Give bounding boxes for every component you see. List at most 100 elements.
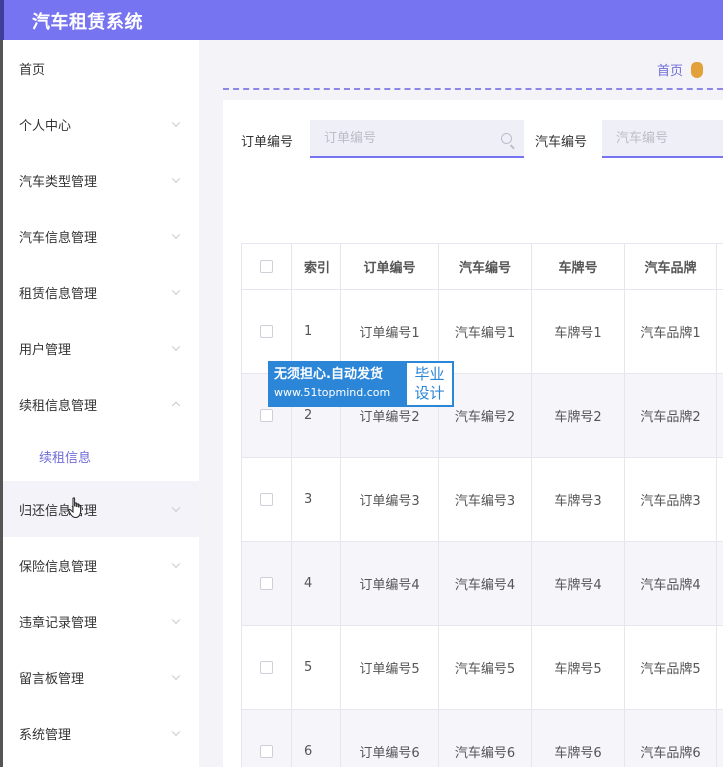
cell-overflow (717, 458, 723, 542)
cell-plate-number: 车牌号5 (532, 626, 625, 710)
data-table: 索引 订单编号 汽车编号 车牌号 汽车品牌 1 订单编号1 汽车编号1 车牌号1… (241, 243, 723, 767)
header-index: 索引 (292, 244, 341, 290)
table-row[interactable]: 5 订单编号5 汽车编号5 车牌号5 汽车品牌5 (242, 626, 723, 710)
header-order-number: 订单编号 (341, 244, 439, 290)
cell-index: 4 (292, 542, 341, 626)
watermark-url: www.51topmind.com (274, 386, 391, 399)
sidebar-item-label: 首页 (19, 62, 46, 78)
cell-car-brand: 汽车品牌3 (625, 458, 717, 542)
cell-plate-number: 车牌号4 (532, 542, 625, 626)
order-number-label: 订单编号 (241, 135, 294, 150)
sidebar: 首页 个人中心 汽车类型管理 汽车信息管理 租赁信息管理 用户管理 续租信息管理… (0, 40, 199, 767)
content-panel: 订单编号 汽车编号 索引 订单编号 汽车编号 车牌号 汽车品牌 1 订单编号1 … (223, 100, 723, 767)
sidebar-item-label: 汽车信息管理 (19, 230, 98, 246)
cell-overflow (717, 710, 723, 767)
sidebar-item-rental-info[interactable]: 租赁信息管理 (3, 264, 199, 320)
hand-icon (691, 61, 703, 78)
chevron-down-icon (171, 559, 181, 569)
cell-overflow (717, 290, 723, 374)
search-icon (501, 133, 512, 144)
dashed-divider (223, 88, 723, 90)
sidebar-item-label: 归还信息管理 (19, 503, 98, 519)
sidebar-item-car-info[interactable]: 汽车信息管理 (3, 208, 199, 264)
row-select-cell[interactable] (242, 542, 292, 626)
header-car-number: 汽车编号 (439, 244, 532, 290)
row-checkbox[interactable] (260, 577, 273, 590)
cell-index: 6 (292, 710, 341, 767)
table-header-row: 索引 订单编号 汽车编号 车牌号 汽车品牌 (242, 244, 723, 290)
app-title: 汽车租赁系统 (32, 12, 143, 33)
sidebar-item-personal-center[interactable]: 个人中心 (3, 96, 199, 152)
sidebar-item-label: 个人中心 (19, 118, 72, 134)
cell-car-brand: 汽车品牌4 (625, 542, 717, 626)
watermark-side-bottom: 设计 (414, 384, 445, 402)
cell-car-number: 汽车编号3 (439, 458, 532, 542)
chevron-down-icon (171, 174, 181, 184)
chevron-down-icon (171, 671, 181, 681)
cell-car-brand: 汽车品牌6 (625, 710, 717, 767)
cell-car-number: 汽车编号5 (439, 626, 532, 710)
row-checkbox[interactable] (260, 325, 273, 338)
cell-car-number: 汽车编号4 (439, 542, 532, 626)
cell-order-number: 订单编号6 (341, 710, 439, 767)
sidebar-item-renewal-info[interactable]: 续租信息管理 (3, 376, 199, 432)
table-row[interactable]: 4 订单编号4 汽车编号4 车牌号4 汽车品牌4 (242, 542, 723, 626)
sidebar-item-label: 租赁信息管理 (19, 286, 98, 302)
table-row[interactable]: 3 订单编号3 汽车编号3 车牌号3 汽车品牌3 (242, 458, 723, 542)
order-number-search-input[interactable] (310, 120, 524, 158)
chevron-up-icon (171, 401, 181, 411)
sidebar-item-label: 保险信息管理 (19, 559, 98, 575)
mouse-cursor-hand-icon (68, 497, 82, 519)
sidebar-item-label: 系统管理 (19, 727, 72, 743)
cell-index: 5 (292, 626, 341, 710)
header-plate-number: 车牌号 (532, 244, 625, 290)
row-checkbox[interactable] (260, 493, 273, 506)
cell-car-brand: 汽车品牌5 (625, 626, 717, 710)
chevron-down-icon (171, 118, 181, 128)
sidebar-item-user[interactable]: 用户管理 (3, 320, 199, 376)
sidebar-item-system[interactable]: 系统管理 (3, 705, 199, 761)
cell-order-number: 订单编号5 (341, 626, 439, 710)
chevron-down-icon (171, 342, 181, 352)
cell-overflow (717, 542, 723, 626)
cell-index: 3 (292, 458, 341, 542)
row-select-cell[interactable] (242, 626, 292, 710)
cell-car-number: 汽车编号6 (439, 710, 532, 767)
sidebar-item-home[interactable]: 首页 (3, 40, 199, 96)
window-edge (0, 0, 4, 40)
sidebar-item-message-board[interactable]: 留言板管理 (3, 649, 199, 705)
cell-order-number: 订单编号3 (341, 458, 439, 542)
cell-plate-number: 车牌号1 (532, 290, 625, 374)
sidebar-subitem-label: 续租信息 (39, 450, 92, 466)
row-checkbox[interactable] (260, 409, 273, 422)
sidebar-item-insurance-info[interactable]: 保险信息管理 (3, 537, 199, 593)
breadcrumb: 首页 (657, 60, 703, 79)
watermark-main: 无须担心.自动发货 www.51topmind.com (268, 361, 405, 407)
select-all-checkbox[interactable] (260, 260, 273, 273)
row-select-cell[interactable] (242, 710, 292, 767)
cell-plate-number: 车牌号2 (532, 374, 625, 458)
watermark-slogan: 无须担心.自动发货 (274, 367, 383, 382)
sidebar-item-label: 用户管理 (19, 342, 72, 358)
row-checkbox[interactable] (260, 661, 273, 674)
sidebar-item-violation-record[interactable]: 违章记录管理 (3, 593, 199, 649)
car-number-label: 汽车编号 (535, 135, 588, 150)
chevron-down-icon (171, 615, 181, 625)
header-select-cell[interactable] (242, 244, 292, 290)
table-row[interactable]: 6 订单编号6 汽车编号6 车牌号6 汽车品牌6 (242, 710, 723, 767)
breadcrumb-home[interactable]: 首页 (657, 60, 683, 79)
sidebar-item-return-info[interactable]: 归还信息管理 (3, 481, 199, 537)
cell-overflow (717, 374, 723, 458)
watermark-badge: 无须担心.自动发货 www.51topmind.com 毕业 设计 (268, 361, 454, 407)
header-car-brand: 汽车品牌 (625, 244, 717, 290)
sidebar-item-car-type[interactable]: 汽车类型管理 (3, 152, 199, 208)
top-header-bar: 汽车租赁系统 (0, 0, 723, 40)
sidebar-subitem-renewal[interactable]: 续租信息 (3, 432, 199, 480)
car-number-search-input[interactable] (602, 120, 723, 158)
row-checkbox[interactable] (260, 745, 273, 758)
chevron-down-icon (171, 503, 181, 513)
cell-plate-number: 车牌号6 (532, 710, 625, 767)
cell-overflow (717, 626, 723, 710)
row-select-cell[interactable] (242, 458, 292, 542)
chevron-down-icon (171, 286, 181, 296)
